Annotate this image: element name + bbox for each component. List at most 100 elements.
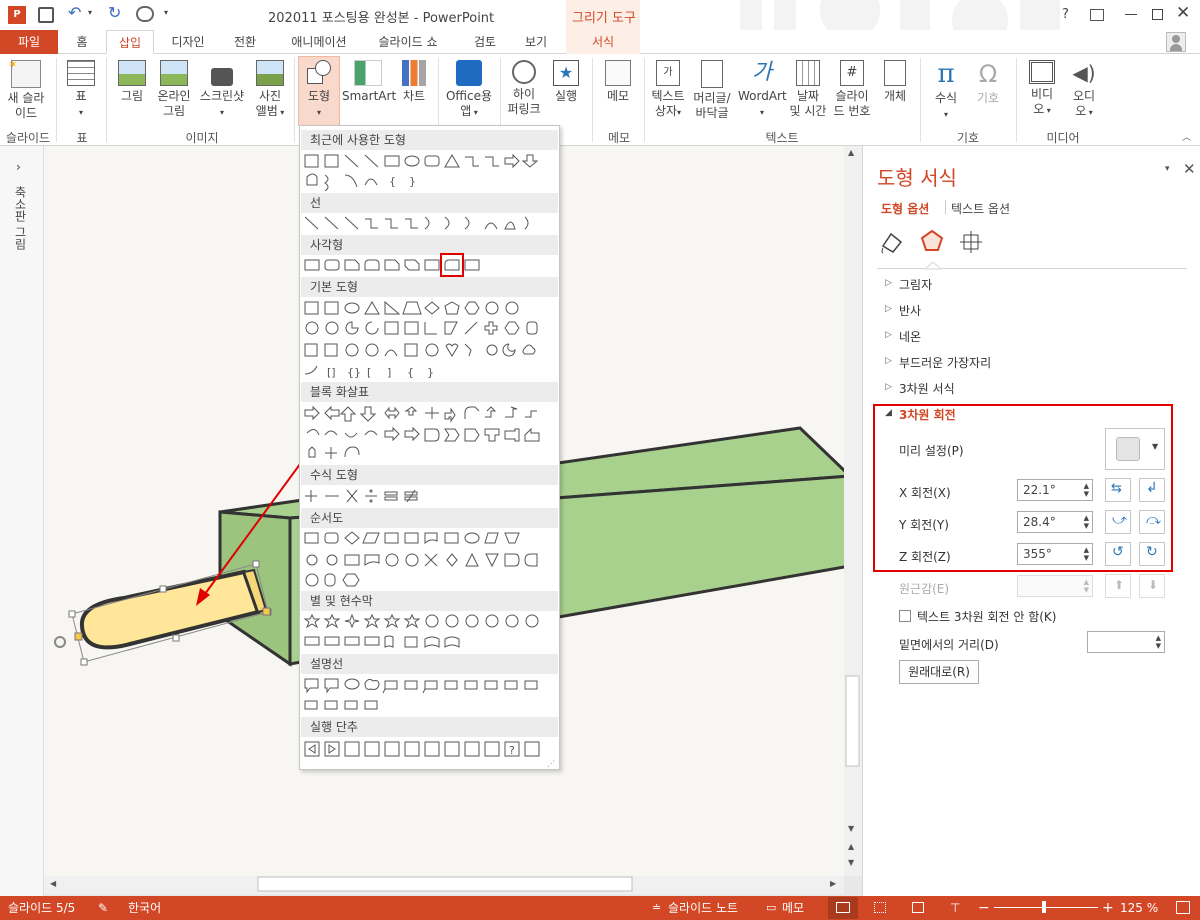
selection-handle[interactable] xyxy=(68,610,76,618)
thumbnail-panel[interactable]: › 축소판 그림 xyxy=(0,146,44,896)
normal-view-button[interactable] xyxy=(828,897,858,919)
x-rotate-left-button[interactable]: ⇆ xyxy=(1105,478,1131,502)
ribbon-display-options-icon[interactable] xyxy=(1090,9,1104,21)
fit-to-window-button[interactable] xyxy=(1176,901,1190,914)
tab-file[interactable]: 파일 xyxy=(0,30,58,54)
z-rotate-ccw-button[interactable]: ↺ xyxy=(1105,542,1131,566)
notes-button[interactable]: 슬라이드 노트 xyxy=(668,896,738,920)
selection-handle[interactable] xyxy=(80,658,88,666)
adjust-handle[interactable] xyxy=(74,632,83,641)
resize-grip-icon[interactable]: ⋰ xyxy=(547,759,555,768)
chart-button[interactable]: 차트 xyxy=(396,60,432,104)
language-indicator[interactable]: 한국어 xyxy=(128,896,161,920)
tab-shape-options[interactable]: 도형 옵션 xyxy=(881,200,929,217)
help-button[interactable]: ? xyxy=(1062,7,1069,22)
minimize-button[interactable] xyxy=(1125,14,1137,15)
date-time-button[interactable]: 날짜 및 시간 xyxy=(788,60,828,119)
prev-slide-icon[interactable]: ▲ xyxy=(848,842,854,851)
x-rotate-right-button[interactable]: ↲ xyxy=(1139,478,1165,502)
tab-insert[interactable]: 삽입 xyxy=(106,30,154,54)
x-rotation-spinner-icon[interactable]: ▲ ▼ xyxy=(1084,482,1089,498)
distance-spinner-icon[interactable]: ▲ ▼ xyxy=(1156,634,1161,650)
distance-input[interactable]: ▲ ▼ xyxy=(1087,631,1165,653)
shapes-button[interactable]: 도형 ▾ xyxy=(298,60,340,120)
selected-shape-highlight[interactable] xyxy=(440,253,464,277)
action-buttons-icons[interactable]: ? xyxy=(303,740,558,758)
y-rotate-up-button[interactable]: ⤻ xyxy=(1105,510,1131,534)
notes-icon[interactable]: ≐ xyxy=(652,896,661,920)
tab-view[interactable]: 보기 xyxy=(514,30,558,54)
stars-banners-icons[interactable] xyxy=(303,613,558,653)
keep-text-flat-checkbox[interactable] xyxy=(899,610,911,622)
effects-pentagon-icon[interactable] xyxy=(919,228,945,254)
object-button[interactable]: 개체 xyxy=(876,60,914,104)
screenshot-button[interactable]: 스크린샷 ▾ xyxy=(196,60,248,120)
block-arrows-icons[interactable] xyxy=(303,405,558,465)
y-rotation-input[interactable]: 28.4° ▲ ▼ xyxy=(1017,511,1093,533)
rectangle-shapes-icons[interactable] xyxy=(303,257,503,275)
y-rotate-down-button[interactable]: ⤼ xyxy=(1139,510,1165,534)
expand-thumbnails-icon[interactable]: › xyxy=(16,160,21,174)
scroll-up-icon[interactable]: ▲ xyxy=(848,148,854,157)
section-3d-rotation[interactable]: ◢ 3차원 회전 xyxy=(863,406,1163,426)
y-rotation-spinner-icon[interactable]: ▲ ▼ xyxy=(1084,514,1089,530)
zoom-out-button[interactable]: − xyxy=(978,896,990,920)
restore-button[interactable] xyxy=(1152,9,1163,20)
table-button[interactable]: 표 ▾ xyxy=(62,60,100,120)
tab-text-options[interactable]: 텍스트 옵션 xyxy=(951,200,1010,217)
tab-animations[interactable]: 애니메이션 xyxy=(280,30,358,54)
z-rotation-spinner-icon[interactable]: ▲ ▼ xyxy=(1084,546,1089,562)
close-button[interactable]: ✕ xyxy=(1176,3,1190,23)
scroll-down-icon[interactable]: ▼ xyxy=(848,824,854,833)
selection-handle[interactable] xyxy=(159,585,167,593)
online-picture-button[interactable]: 온라인 그림 xyxy=(154,60,194,119)
vertical-scrollbar-thumb[interactable] xyxy=(845,675,860,767)
reset-button[interactable]: 원래대로(R) xyxy=(899,660,979,684)
section-reflection[interactable]: ▷ 반사 xyxy=(863,302,1193,322)
comments-icon[interactable]: ▭ xyxy=(766,896,776,920)
flowchart-icons[interactable] xyxy=(303,530,558,590)
recent-shapes-icons[interactable]: {} xyxy=(303,153,558,192)
photo-album-button[interactable]: 사진 앨범 ▾ xyxy=(250,60,290,120)
pane-options-dropdown-icon[interactable]: ▾ xyxy=(1165,164,1170,174)
section-soft-edges[interactable]: ▷ 부드러운 가장자리 xyxy=(863,354,1193,374)
tab-slideshow[interactable]: 슬라이드 쇼 xyxy=(368,30,448,54)
comments-button[interactable]: 메모 xyxy=(782,896,804,920)
zoom-in-button[interactable]: + xyxy=(1102,896,1114,920)
selection-handle[interactable] xyxy=(172,634,180,642)
header-footer-button[interactable]: 머리글/ 바닥글 xyxy=(690,60,734,121)
scroll-right-icon[interactable]: ▶ xyxy=(830,879,836,888)
tab-design[interactable]: 디자인 xyxy=(160,30,216,54)
equation-button[interactable]: π 수식 ▾ xyxy=(926,60,966,122)
section-shadow[interactable]: ▷ 그림자 xyxy=(863,276,1193,296)
x-rotation-input[interactable]: 22.1° ▲ ▼ xyxy=(1017,479,1093,501)
redo-icon[interactable]: ↻ xyxy=(108,3,121,22)
slide-number-button[interactable]: # 슬라이 드 번호 xyxy=(830,60,874,119)
next-slide-icon[interactable]: ▼ xyxy=(848,858,854,867)
preset-dropdown[interactable]: ▼ xyxy=(1105,428,1165,470)
customize-qat-icon[interactable]: ▾ xyxy=(164,8,168,17)
selection-handle[interactable] xyxy=(252,560,260,568)
hyperlink-button[interactable]: 하이 퍼링크 xyxy=(504,60,544,117)
z-rotation-input[interactable]: 355° ▲ ▼ xyxy=(1017,543,1093,565)
slideshow-view-icon[interactable]: ⊤ xyxy=(950,896,960,920)
scroll-left-icon[interactable]: ◀ xyxy=(50,879,56,888)
section-3d-format[interactable]: ▷ 3차원 서식 xyxy=(863,380,1193,400)
slide-sorter-button[interactable] xyxy=(868,897,892,919)
size-properties-icon[interactable] xyxy=(959,230,985,254)
undo-icon[interactable]: ↶ xyxy=(68,3,81,22)
zoom-slider-thumb[interactable] xyxy=(1042,901,1046,913)
user-avatar[interactable] xyxy=(1166,32,1186,52)
adjust-handle[interactable] xyxy=(262,607,271,616)
equation-shapes-icons[interactable] xyxy=(303,488,503,506)
zoom-level[interactable]: 125 % xyxy=(1120,896,1158,920)
line-shapes-icons[interactable] xyxy=(303,215,558,233)
basic-shapes-icons[interactable]: [] {} [] {} xyxy=(303,300,558,380)
callouts-icons[interactable] xyxy=(303,677,558,717)
horizontal-scrollbar-thumb[interactable] xyxy=(257,876,633,892)
wordart-button[interactable]: 가 WordArt ▾ xyxy=(738,60,787,120)
undo-dropdown-icon[interactable]: ▾ xyxy=(88,8,92,17)
video-button[interactable]: 비디 오 ▾ xyxy=(1022,60,1062,118)
picture-button[interactable]: 그림 xyxy=(112,60,152,104)
pane-close-button[interactable]: ✕ xyxy=(1183,160,1196,178)
